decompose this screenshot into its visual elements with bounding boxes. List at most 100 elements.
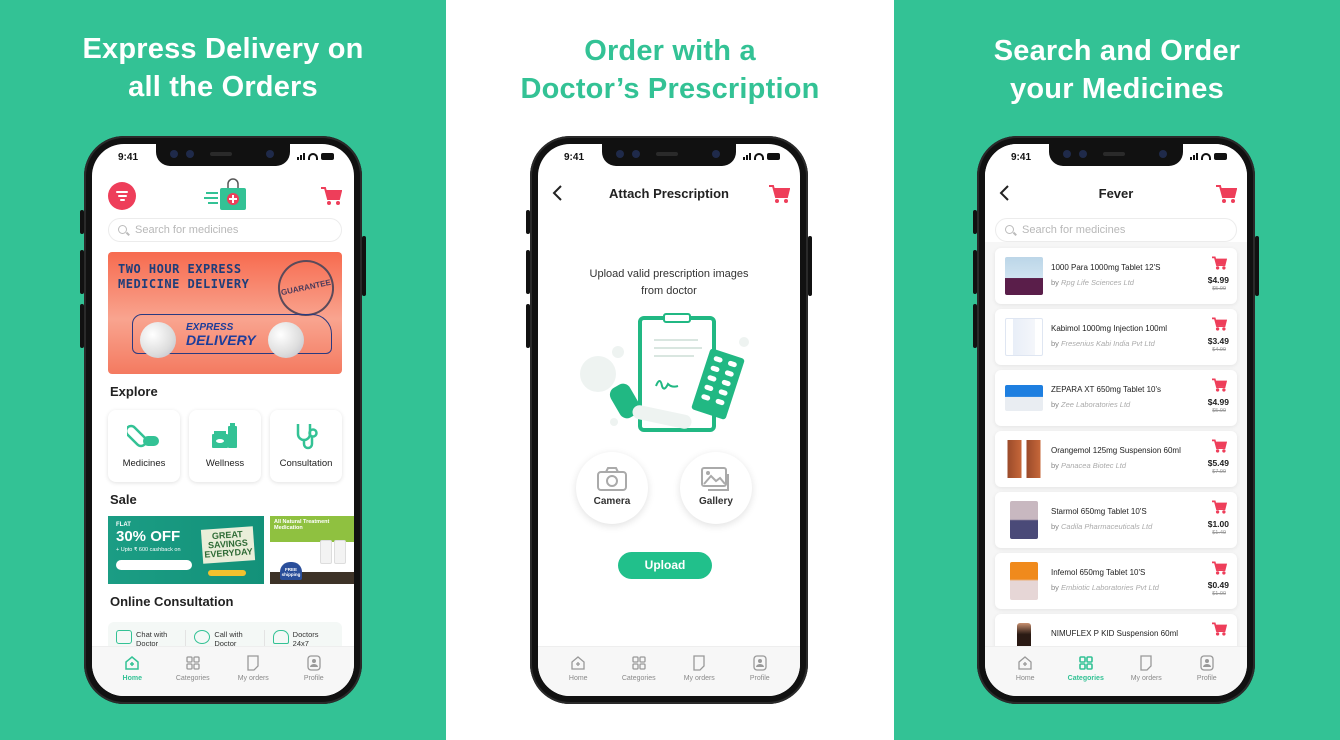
pill-wheel-icon bbox=[140, 322, 176, 358]
search-input[interactable]: Search for medicines bbox=[108, 218, 342, 242]
product-thumbnail bbox=[1010, 562, 1038, 600]
sale-sign: GREAT SAVINGS EVERYDAY bbox=[200, 526, 256, 564]
tab-categories[interactable]: Categories bbox=[1056, 655, 1116, 696]
product-price: $5.49 bbox=[1207, 458, 1229, 468]
product-row[interactable]: 1000 Para 1000mg Tablet 12'S by Rpg Life… bbox=[995, 248, 1237, 304]
bottom-tab-bar: Home Categories My orders Profile bbox=[985, 646, 1247, 696]
product-row[interactable]: Infemol 650mg Tablet 10'S by Embiotic La… bbox=[995, 553, 1237, 609]
product-row[interactable]: ZEPARA XT 650mg Tablet 10's by Zee Labor… bbox=[995, 370, 1237, 426]
promo-panel-express-delivery: Express Delivery on all the Orders 9:41 bbox=[0, 0, 446, 740]
tab-home[interactable]: Home bbox=[102, 655, 162, 696]
add-to-cart-icon[interactable] bbox=[1211, 317, 1227, 331]
tab-profile[interactable]: Profile bbox=[730, 655, 790, 696]
chat-icon bbox=[116, 630, 132, 644]
camera-icon bbox=[597, 467, 627, 491]
stethoscope-icon bbox=[296, 424, 318, 450]
cart-icon[interactable] bbox=[320, 186, 342, 206]
sale-banner-natural[interactable]: All Natural Treatment Medication FREE sh… bbox=[270, 516, 354, 584]
upload-button[interactable]: Upload bbox=[618, 552, 712, 579]
product-thumbnail bbox=[1005, 318, 1043, 356]
product-maker: by Zee Laboratories Ltd bbox=[1051, 400, 1131, 409]
panel-headline: Search and Order your Medicines bbox=[894, 32, 1340, 108]
phone-side-button bbox=[973, 304, 977, 348]
express-delivery-banner[interactable]: TWO HOUR EXPRESS MEDICINE DELIVERY GUARAN… bbox=[108, 252, 342, 374]
product-row[interactable]: Starmol 650mg Tablet 10'S by Cadila Phar… bbox=[995, 492, 1237, 548]
promo-panel-search-order: Search and Order your Medicines 9:41 Fev… bbox=[894, 0, 1340, 740]
cart-icon[interactable] bbox=[768, 184, 790, 204]
add-to-cart-icon[interactable] bbox=[1211, 256, 1227, 270]
product-row[interactable]: Orangemol 125mg Suspension 60ml by Panac… bbox=[995, 431, 1237, 487]
battery-icon bbox=[767, 153, 780, 160]
gallery-button[interactable]: Gallery bbox=[680, 452, 752, 524]
add-to-cart-icon[interactable] bbox=[1211, 378, 1227, 392]
product-original-price: $1.49 bbox=[1212, 530, 1226, 536]
filter-button[interactable] bbox=[108, 182, 136, 210]
phone-frame: 9:41 Fever Search for medicines 1000 Par… bbox=[973, 136, 1259, 704]
tab-my-orders[interactable]: My orders bbox=[223, 655, 283, 696]
product-price: $3.49 bbox=[1207, 336, 1229, 346]
product-price: $4.99 bbox=[1207, 275, 1229, 285]
section-title-sale: Sale bbox=[110, 492, 137, 507]
explore-card-consultation[interactable]: Consultation bbox=[270, 410, 342, 482]
phone-side-button bbox=[526, 304, 530, 348]
phone-side-button bbox=[973, 210, 977, 234]
home-icon bbox=[1018, 656, 1032, 670]
headline-line-1: Order with a bbox=[584, 35, 756, 67]
tab-home[interactable]: Home bbox=[995, 655, 1055, 696]
section-title-explore: Explore bbox=[110, 384, 158, 399]
search-input[interactable]: Search for medicines bbox=[995, 218, 1237, 242]
headline-line-2: Doctor’s Prescription bbox=[520, 73, 820, 105]
tab-home[interactable]: Home bbox=[548, 655, 608, 696]
add-to-cart-icon[interactable] bbox=[1211, 500, 1227, 514]
camera-button[interactable]: Camera bbox=[576, 452, 648, 524]
cart-icon[interactable] bbox=[1215, 184, 1237, 204]
categories-grid-icon bbox=[1078, 656, 1093, 670]
pill-wheel-icon bbox=[268, 322, 304, 358]
profile-icon bbox=[753, 655, 767, 671]
product-original-price: $5.99 bbox=[1212, 286, 1226, 292]
product-row[interactable]: Kabimol 1000mg Injection 100ml by Fresen… bbox=[995, 309, 1237, 365]
product-thumbnail bbox=[1005, 385, 1043, 411]
add-to-cart-icon[interactable] bbox=[1211, 622, 1227, 636]
product-price: $4.99 bbox=[1207, 397, 1229, 407]
status-time: 9:41 bbox=[118, 152, 139, 163]
tab-my-orders[interactable]: My orders bbox=[1116, 655, 1176, 696]
panel-headline: Order with a Doctor’s Prescription bbox=[446, 32, 894, 108]
product-list: 1000 Para 1000mg Tablet 12'S by Rpg Life… bbox=[995, 248, 1237, 675]
add-to-cart-icon[interactable] bbox=[1211, 561, 1227, 575]
explore-card-medicines[interactable]: Medicines bbox=[108, 410, 180, 482]
signal-icon bbox=[1190, 153, 1198, 160]
add-to-cart-icon[interactable] bbox=[1211, 439, 1227, 453]
phone-notch bbox=[156, 144, 290, 166]
product-maker: by Fresenius Kabi India Pvt Ltd bbox=[1051, 339, 1155, 348]
product-name: NIMUFLEX P KID Suspension 60ml bbox=[1051, 629, 1179, 638]
tab-my-orders[interactable]: My orders bbox=[669, 655, 729, 696]
phone-side-button bbox=[362, 236, 366, 296]
sale-banner-30-off[interactable]: FLAT 30% OFF + Upto ₹ 600 cashback on GR… bbox=[108, 516, 264, 584]
product-name: Starmol 650mg Tablet 10'S bbox=[1051, 507, 1147, 516]
signal-icon bbox=[297, 153, 305, 160]
explore-card-wellness[interactable]: Wellness bbox=[189, 410, 261, 482]
upload-instructions: Upload valid prescription images from doc… bbox=[589, 268, 749, 297]
product-name: Orangemol 125mg Suspension 60ml bbox=[1051, 446, 1181, 455]
phone-side-button bbox=[80, 210, 84, 234]
tab-profile[interactable]: Profile bbox=[284, 655, 344, 696]
product-price: $1.00 bbox=[1207, 519, 1229, 529]
orders-document-icon bbox=[1140, 655, 1152, 671]
product-name: 1000 Para 1000mg Tablet 12'S bbox=[1051, 263, 1161, 272]
tab-categories[interactable]: Categories bbox=[163, 655, 223, 696]
tab-categories[interactable]: Categories bbox=[609, 655, 669, 696]
explore-label: Consultation bbox=[279, 458, 333, 469]
explore-label: Medicines bbox=[122, 458, 166, 469]
phone-frame: 9:41 Search for medicines TWO HOUR EXPRE… bbox=[80, 136, 366, 704]
sale-headline: 30% OFF bbox=[116, 528, 181, 545]
wifi-icon bbox=[308, 153, 318, 160]
attach-prescription-screen: 9:41 Attach Prescription Upload valid pr… bbox=[538, 144, 800, 696]
headline-line-2: all the Orders bbox=[128, 71, 318, 103]
bottle-icon bbox=[320, 540, 332, 564]
sale-carousel[interactable]: FLAT 30% OFF + Upto ₹ 600 cashback on GR… bbox=[108, 516, 354, 584]
tab-profile[interactable]: Profile bbox=[1177, 655, 1237, 696]
phone-notch bbox=[1049, 144, 1183, 166]
wifi-icon bbox=[1201, 153, 1211, 160]
page-title: Attach Prescription bbox=[609, 186, 729, 201]
